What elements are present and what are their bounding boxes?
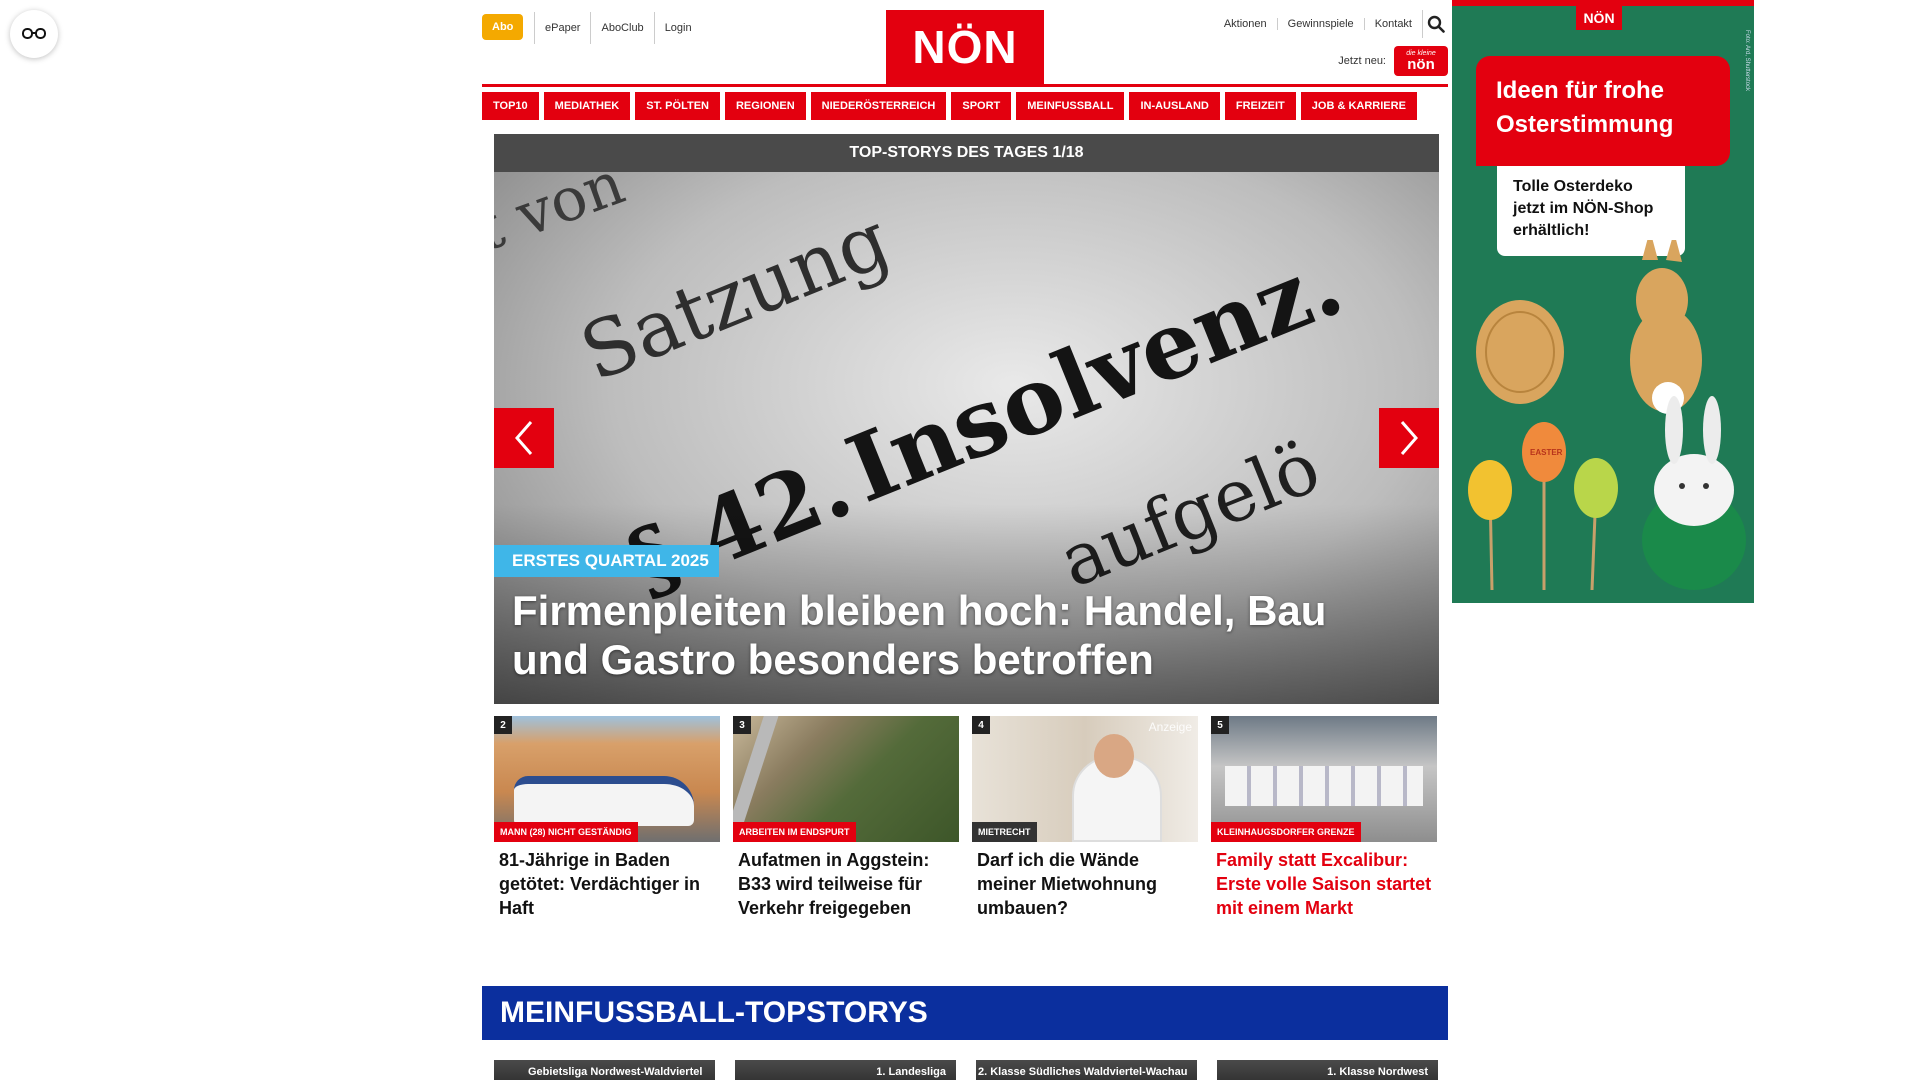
story-card[interactable]: 4 Anzeige MIETRECHT Darf ich die Wände m… [972,716,1198,920]
story-number: 5 [1211,716,1229,734]
chevron-right-icon [1400,421,1418,455]
easter-decoration-graphic [1468,240,1746,591]
story-thumbnail[interactable]: 5 KLEINHAUGSDORFER GRENZE [1211,716,1437,842]
story-card[interactable]: 2 MANN (28) NICHT GESTÄNDIG 81-Jährige i… [494,716,720,920]
carousel-header: TOP-STORYS DES TAGES 1/18 [494,134,1439,172]
image-word: Satzung [568,194,902,400]
hero-image[interactable]: t von Satzung Insolvenz. § 42. aufgelö E… [494,172,1439,704]
egg-label: EASTER [1530,448,1563,457]
section-title[interactable]: MEINFUSSBALL-TOPSTORYS [482,986,1448,1040]
teaser-thumbnail[interactable]: Gebietsliga Nordwest-Waldviertel [494,1060,715,1080]
teaser-thumbnail[interactable]: 1. Klasse Nordwest [1217,1060,1438,1080]
top-links-right: Aktionen Gewinnspiele Kontakt [1214,10,1448,38]
nav-item-meinfussball[interactable]: MEINFUSSBALL [1016,92,1125,120]
aktionen-link[interactable]: Aktionen [1214,18,1277,30]
jetzt-neu-label: Jetzt neu: [1338,55,1386,67]
teaser-league-label: 2. Klasse Südliches Waldviertel-Wachau [978,1066,1188,1078]
nav-item-job-karriere[interactable]: JOB & KARRIERE [1300,92,1417,120]
aboclub-link[interactable]: AboClub [590,12,653,44]
teaser-thumbnail[interactable]: 2. Klasse Südliches Waldviertel-Wachau [976,1060,1197,1080]
worker-head-graphic [1094,734,1134,778]
kleine-noen-badge[interactable]: die kleine nön [1394,46,1448,76]
hero-category-tag[interactable]: ERSTES QUARTAL 2025 [494,545,719,577]
header-divider [482,84,1448,87]
main-nav: TOP10 MEDIATHEK ST. PÖLTEN REGIONEN NIED… [482,92,1448,120]
teaser-thumbnail[interactable]: 1. Landesliga [735,1060,956,1080]
hero-headline[interactable]: Firmenpleiten bleiben hoch: Handel, Bau … [512,586,1392,684]
ad-logo: NÖN [1576,6,1622,30]
nav-item-st-poelten[interactable]: ST. PÖLTEN [635,92,720,120]
nav-item-in-ausland[interactable]: IN-AUSLAND [1129,92,1220,120]
story-category: MANN (28) NICHT GESTÄNDIG [494,822,638,842]
nav-item-niederoesterreich[interactable]: NIEDERÖSTERREICH [810,92,947,120]
nav-item-regionen[interactable]: REGIONEN [724,92,806,120]
section-teasers: Gebietsliga Nordwest-Waldviertel 1. Land… [494,1060,1439,1080]
site-header: Abo ePaper AboClub Login NÖN Aktionen Ge… [482,0,1448,88]
story-category: ARBEITEN IM ENDSPURT [733,822,856,842]
top-story-carousel: TOP-STORYS DES TAGES 1/18 t von Satzung … [494,134,1439,706]
story-card[interactable]: 3 ARBEITEN IM ENDSPURT Aufatmen in Aggst… [733,716,959,920]
nav-item-freizeit[interactable]: FREIZEIT [1224,92,1296,120]
story-thumbnail[interactable]: 4 Anzeige MIETRECHT [972,716,1198,842]
badge-text: nön [1407,56,1435,73]
story-category: MIETRECHT [972,822,1037,842]
story-card[interactable]: 5 KLEINHAUGSDORFER GRENZE Family statt E… [1211,716,1437,920]
top-links-left: ePaper AboClub Login [534,12,702,44]
login-link[interactable]: Login [653,12,702,44]
story-title[interactable]: Darf ich die Wände meiner Mietwohnung um… [972,842,1198,920]
story-cards: 2 MANN (28) NICHT GESTÄNDIG 81-Jährige i… [494,716,1439,920]
story-number: 3 [733,716,751,734]
story-number: 4 [972,716,990,734]
abo-button[interactable]: Abo [482,14,524,40]
teaser-league-label: 1. Klasse Nordwest [1327,1066,1428,1078]
story-title[interactable]: 81-Jährige in Baden getötet: Verdächtige… [494,842,720,920]
teaser-league-label: 1. Landesliga [876,1066,946,1078]
carousel-prev-button[interactable] [494,408,554,468]
epaper-link[interactable]: ePaper [534,12,590,44]
market-table-graphic [1225,766,1423,806]
advertisement-banner[interactable]: NÖN Foto: Ard, Shutterstock Ideen für fr… [1452,0,1754,603]
glasses-icon [22,28,46,39]
nav-item-top10[interactable]: TOP10 [482,92,539,120]
ad-label: Anzeige [1148,720,1192,734]
chevron-left-icon [515,421,533,455]
gewinnspiele-link[interactable]: Gewinnspiele [1276,18,1364,30]
story-thumbnail[interactable]: 2 MANN (28) NICHT GESTÄNDIG [494,716,720,842]
story-title[interactable]: Family statt Excalibur: Erste volle Sais… [1211,842,1437,920]
nav-item-sport[interactable]: SPORT [951,92,1012,120]
search-icon [1427,15,1445,33]
search-button[interactable] [1422,10,1448,38]
kontakt-link[interactable]: Kontakt [1363,18,1422,30]
site-logo[interactable]: NÖN [886,10,1044,84]
carousel-next-button[interactable] [1379,408,1439,468]
police-car-graphic [514,776,694,826]
jetzt-neu: Jetzt neu: die kleine nön [1338,46,1448,76]
story-number: 2 [494,716,512,734]
reader-mode-button[interactable] [10,10,58,58]
ad-photo-credit: Foto: Ard, Shutterstock [1744,30,1750,92]
teaser-league-label: Gebietsliga Nordwest-Waldviertel [528,1066,703,1078]
image-word: t von [494,172,634,266]
ad-headline: Ideen für frohe Osterstimmung [1476,56,1730,166]
story-thumbnail[interactable]: 3 ARBEITEN IM ENDSPURT [733,716,959,842]
nav-item-mediathek[interactable]: MEDIATHEK [543,92,631,120]
story-category: KLEINHAUGSDORFER GRENZE [1211,822,1361,842]
story-title[interactable]: Aufatmen in Aggstein: B33 wird teilweise… [733,842,959,920]
